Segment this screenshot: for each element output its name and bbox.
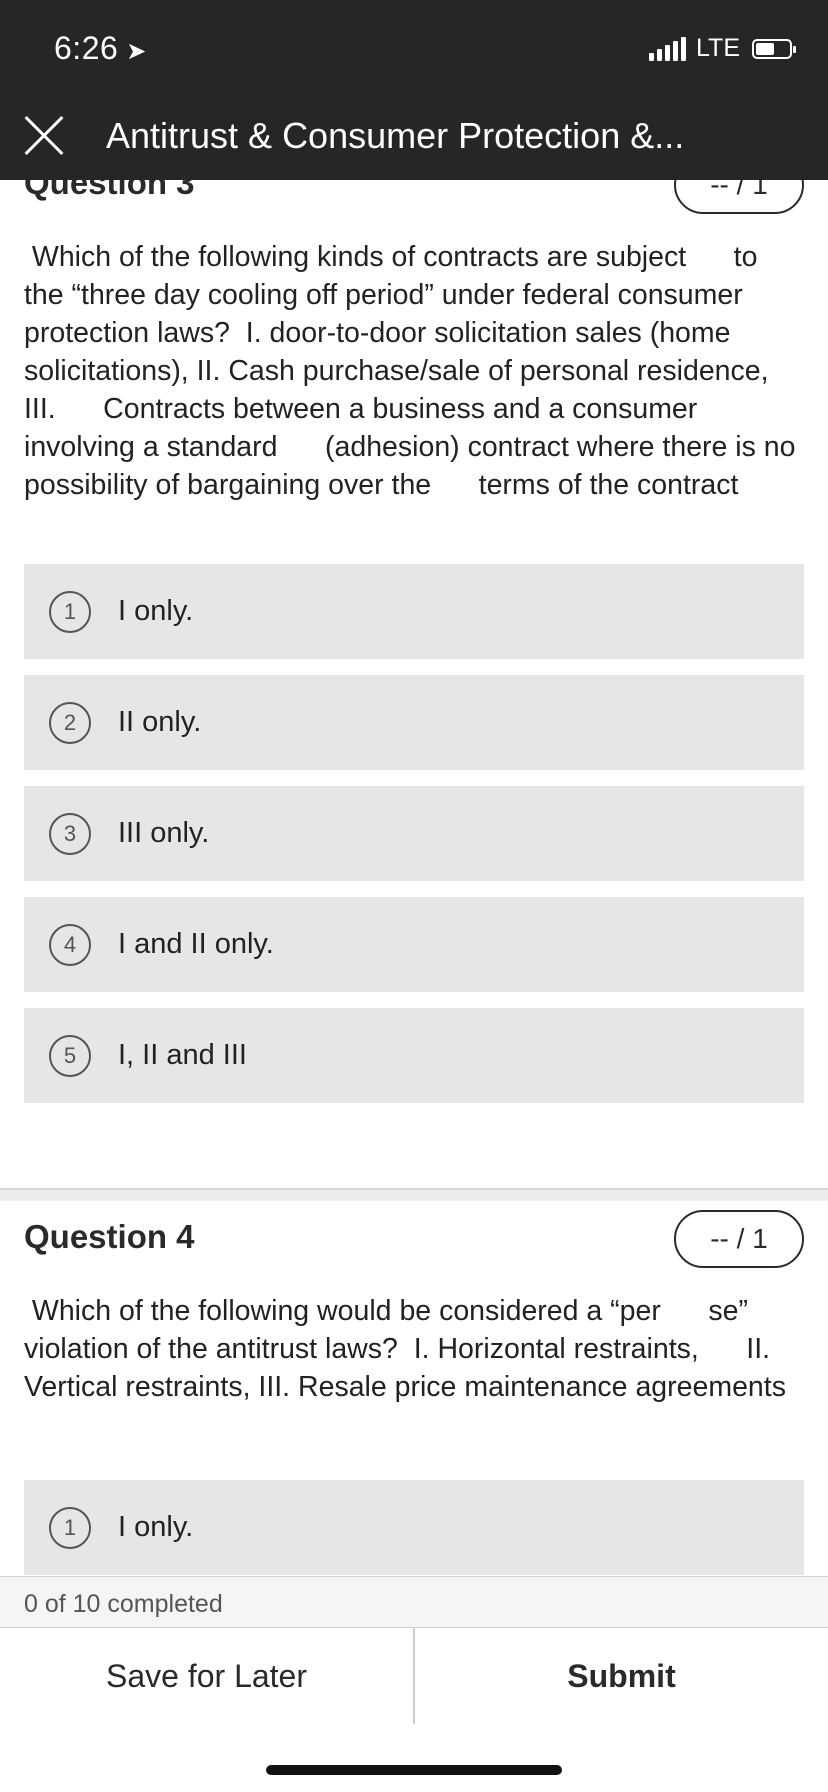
network-label: LTE bbox=[696, 34, 740, 62]
status-bar: 6:26 ➤ LTE bbox=[0, 0, 828, 92]
question-header: Question 3 -- / 1 bbox=[24, 180, 804, 214]
answer-option[interactable]: 1 I only. bbox=[24, 564, 804, 659]
option-number: 3 bbox=[49, 812, 91, 855]
home-indicator[interactable] bbox=[266, 1765, 562, 1775]
close-icon[interactable] bbox=[22, 114, 66, 158]
progress-bar: 0 of 10 completed bbox=[0, 1576, 828, 1628]
answer-option[interactable]: 5 I, II and III bbox=[24, 1008, 804, 1103]
section-divider bbox=[0, 1188, 828, 1201]
answer-option[interactable]: 4 I and II only. bbox=[24, 897, 804, 992]
option-label: I, II and III bbox=[118, 1039, 247, 1071]
answer-option[interactable]: 2 II only. bbox=[24, 675, 804, 770]
score-badge: -- / 1 bbox=[674, 180, 804, 214]
score-badge: -- / 1 bbox=[674, 1210, 804, 1268]
option-number: 1 bbox=[49, 590, 91, 633]
progress-text: 0 of 10 completed bbox=[24, 1590, 223, 1618]
option-number: 4 bbox=[49, 923, 91, 966]
question-text: Which of the following kinds of contract… bbox=[24, 241, 804, 501]
question-text: Which of the following would be consider… bbox=[24, 1295, 786, 1403]
status-time-text: 6:26 bbox=[54, 30, 119, 66]
app-bar: Antitrust & Consumer Protection &... bbox=[0, 92, 828, 180]
save-for-later-button[interactable]: Save for Later bbox=[0, 1628, 413, 1724]
answer-option[interactable]: 1 I only. bbox=[24, 1480, 804, 1575]
question-header: Question 4 -- / 1 bbox=[24, 1210, 804, 1268]
answer-options: 1 I only. 2 II only. 3 III only. 4 I and… bbox=[24, 564, 804, 1119]
battery-icon bbox=[752, 38, 796, 59]
option-label: II only. bbox=[118, 706, 202, 738]
option-label: I only. bbox=[118, 1511, 194, 1543]
footer-actions: Save for Later Submit bbox=[0, 1628, 828, 1724]
option-number: 2 bbox=[49, 701, 91, 744]
option-number: 1 bbox=[49, 1506, 91, 1549]
question-title: Question 4 bbox=[24, 1218, 195, 1255]
signal-icon bbox=[649, 36, 686, 61]
submit-button[interactable]: Submit bbox=[415, 1628, 828, 1724]
quiz-content[interactable]: Question 3 -- / 1 Which of the following… bbox=[0, 180, 828, 1576]
status-time: 6:26 ➤ bbox=[54, 30, 147, 67]
answer-options: 1 I only. bbox=[24, 1480, 804, 1576]
option-label: III only. bbox=[118, 817, 210, 849]
option-label: I and II only. bbox=[118, 928, 274, 960]
question-title: Question 3 bbox=[24, 180, 195, 201]
location-arrow-icon: ➤ bbox=[126, 38, 147, 65]
option-label: I only. bbox=[118, 595, 194, 627]
option-number: 5 bbox=[49, 1034, 91, 1077]
status-indicators: LTE bbox=[649, 34, 796, 63]
answer-option[interactable]: 3 III only. bbox=[24, 786, 804, 881]
page-title: Antitrust & Consumer Protection &... bbox=[106, 115, 685, 156]
